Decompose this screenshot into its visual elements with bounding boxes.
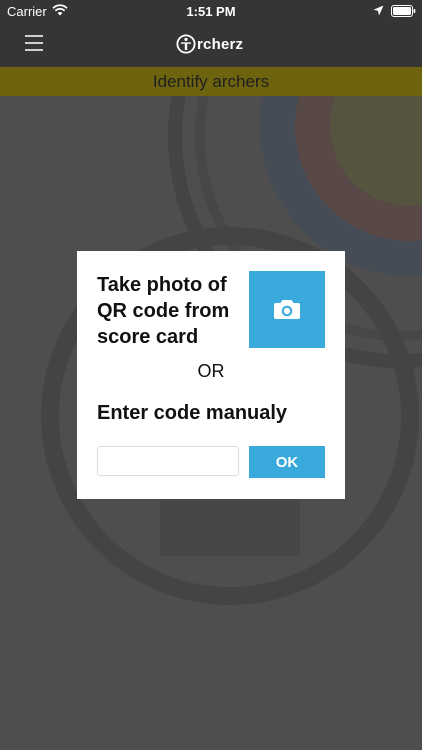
clock-time: 1:51 PM [186,4,236,19]
page-title-banner: Identify archers [0,67,422,96]
manual-entry-label: Enter code manualy [97,402,288,424]
status-bar: Carrier 1:51 PM [0,0,422,22]
hamburger-menu-icon[interactable] [25,35,43,51]
ok-button[interactable]: OK [249,446,325,478]
camera-icon [274,300,300,319]
code-input[interactable] [97,446,239,476]
or-separator: OR [197,361,225,381]
location-icon [373,5,384,16]
archer-logo-icon [176,34,196,54]
archerz-logo: rcherz [176,32,243,56]
camera-button[interactable] [249,271,325,348]
photo-instruction-text: Take photo of QR code from score card [97,274,230,348]
logo-text: rcherz [197,35,244,53]
nav-bar: rcherz [0,22,422,67]
identify-archer-dialog: Take photo of QR code from score card OR… [77,251,345,499]
battery-icon [391,5,416,17]
